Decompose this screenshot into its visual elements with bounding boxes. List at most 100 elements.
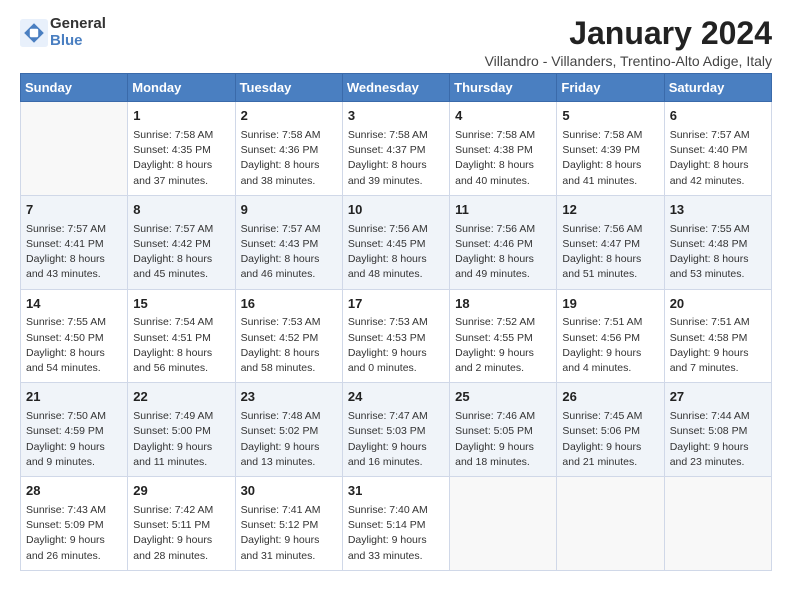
day-info: Sunrise: 7:41 AMSunset: 5:12 PMDaylight:… [241, 503, 337, 564]
day-cell-4-5 [557, 477, 664, 571]
day-info: Sunrise: 7:58 AMSunset: 4:38 PMDaylight:… [455, 128, 551, 189]
day-info: Sunrise: 7:56 AMSunset: 4:45 PMDaylight:… [348, 222, 444, 283]
day-header-row: Sunday Monday Tuesday Wednesday Thursday… [21, 74, 772, 102]
week-row-2: 7Sunrise: 7:57 AMSunset: 4:41 PMDaylight… [21, 195, 772, 289]
day-cell-4-6 [664, 477, 771, 571]
day-cell-0-2: 2Sunrise: 7:58 AMSunset: 4:36 PMDaylight… [235, 102, 342, 196]
header-saturday: Saturday [664, 74, 771, 102]
day-info: Sunrise: 7:51 AMSunset: 4:58 PMDaylight:… [670, 315, 766, 376]
day-cell-2-0: 14Sunrise: 7:55 AMSunset: 4:50 PMDayligh… [21, 289, 128, 383]
day-number: 28 [26, 482, 122, 501]
day-cell-0-6: 6 Sunrise: 7:57 AMSunset: 4:40 PMDaylight… [664, 102, 771, 196]
day-number: 9 [241, 201, 337, 220]
day-info: Sunrise: 7:46 AMSunset: 5:05 PMDaylight:… [455, 409, 551, 470]
header-thursday: Thursday [450, 74, 557, 102]
day-info: Sunrise: 7:57 AMSunset: 4:42 PMDaylight:… [133, 222, 229, 283]
day-cell-4-3: 31 Sunrise: 7:40 AMSunset: 5:14 PMDayligh… [342, 477, 449, 571]
title-block: January 2024 Villandro - Villanders, Tre… [485, 16, 772, 69]
day-cell-1-3: 10Sunrise: 7:56 AMSunset: 4:45 PMDayligh… [342, 195, 449, 289]
day-number: 1 [133, 107, 229, 126]
day-info: Sunrise: 7:45 AMSunset: 5:06 PMDaylight:… [562, 409, 658, 470]
week-row-1: 1 Sunrise: 7:58 AMSunset: 4:35 PMDaylight… [21, 102, 772, 196]
day-number: 16 [241, 295, 337, 314]
day-number: 11 [455, 201, 551, 220]
day-number: 20 [670, 295, 766, 314]
calendar-table: Sunday Monday Tuesday Wednesday Thursday… [20, 73, 772, 571]
day-info: Sunrise: 7:56 AMSunset: 4:47 PMDaylight:… [562, 222, 658, 283]
header-tuesday: Tuesday [235, 74, 342, 102]
day-info: Sunrise: 7:44 AMSunset: 5:08 PMDaylight:… [670, 409, 766, 470]
day-cell-3-0: 21Sunrise: 7:50 AMSunset: 4:59 PMDayligh… [21, 383, 128, 477]
day-cell-0-3: 3Sunrise: 7:58 AMSunset: 4:37 PMDaylight… [342, 102, 449, 196]
day-info: Sunrise: 7:58 AMSunset: 4:36 PMDaylight:… [241, 128, 337, 189]
day-cell-1-2: 9 Sunrise: 7:57 AMSunset: 4:43 PMDaylight… [235, 195, 342, 289]
day-cell-3-3: 24 Sunrise: 7:47 AMSunset: 5:03 PMDayligh… [342, 383, 449, 477]
day-cell-1-4: 11Sunrise: 7:56 AMSunset: 4:46 PMDayligh… [450, 195, 557, 289]
day-cell-0-1: 1 Sunrise: 7:58 AMSunset: 4:35 PMDaylight… [128, 102, 235, 196]
day-info: Sunrise: 7:54 AMSunset: 4:51 PMDaylight:… [133, 315, 229, 376]
day-cell-0-0 [21, 102, 128, 196]
day-cell-3-4: 25 Sunrise: 7:46 AMSunset: 5:05 PMDayligh… [450, 383, 557, 477]
day-cell-0-4: 4 Sunrise: 7:58 AMSunset: 4:38 PMDaylight… [450, 102, 557, 196]
day-cell-3-6: 27 Sunrise: 7:44 AMSunset: 5:08 PMDayligh… [664, 383, 771, 477]
day-number: 14 [26, 295, 122, 314]
header-sunday: Sunday [21, 74, 128, 102]
day-number: 27 [670, 388, 766, 407]
day-info: Sunrise: 7:53 AMSunset: 4:52 PMDaylight:… [241, 315, 337, 376]
day-cell-4-4 [450, 477, 557, 571]
day-info: Sunrise: 7:57 AMSunset: 4:43 PMDaylight:… [241, 222, 337, 283]
location-subtitle: Villandro - Villanders, Trentino-Alto Ad… [485, 53, 772, 69]
day-number: 5 [562, 107, 658, 126]
day-cell-1-5: 12 Sunrise: 7:56 AMSunset: 4:47 PMDayligh… [557, 195, 664, 289]
day-number: 30 [241, 482, 337, 501]
header: General Blue January 2024 Villandro - Vi… [20, 16, 772, 69]
day-number: 31 [348, 482, 444, 501]
day-number: 17 [348, 295, 444, 314]
day-number: 24 [348, 388, 444, 407]
day-info: Sunrise: 7:58 AMSunset: 4:35 PMDaylight:… [133, 128, 229, 189]
week-row-5: 28Sunrise: 7:43 AMSunset: 5:09 PMDayligh… [21, 477, 772, 571]
day-number: 19 [562, 295, 658, 314]
day-info: Sunrise: 7:58 AMSunset: 4:37 PMDaylight:… [348, 128, 444, 189]
day-cell-2-6: 20Sunrise: 7:51 AMSunset: 4:58 PMDayligh… [664, 289, 771, 383]
day-cell-4-0: 28Sunrise: 7:43 AMSunset: 5:09 PMDayligh… [21, 477, 128, 571]
month-title: January 2024 [485, 16, 772, 51]
day-number: 4 [455, 107, 551, 126]
day-info: Sunrise: 7:53 AMSunset: 4:53 PMDaylight:… [348, 315, 444, 376]
day-number: 13 [670, 201, 766, 220]
day-cell-2-1: 15Sunrise: 7:54 AMSunset: 4:51 PMDayligh… [128, 289, 235, 383]
day-info: Sunrise: 7:55 AMSunset: 4:48 PMDaylight:… [670, 222, 766, 283]
day-info: Sunrise: 7:58 AMSunset: 4:39 PMDaylight:… [562, 128, 658, 189]
day-number: 25 [455, 388, 551, 407]
day-number: 6 [670, 107, 766, 126]
day-number: 15 [133, 295, 229, 314]
logo: General Blue [20, 16, 106, 49]
week-row-4: 21Sunrise: 7:50 AMSunset: 4:59 PMDayligh… [21, 383, 772, 477]
day-cell-0-5: 5 Sunrise: 7:58 AMSunset: 4:39 PMDaylight… [557, 102, 664, 196]
day-number: 22 [133, 388, 229, 407]
day-info: Sunrise: 7:51 AMSunset: 4:56 PMDaylight:… [562, 315, 658, 376]
logo-icon [20, 19, 48, 47]
day-info: Sunrise: 7:50 AMSunset: 4:59 PMDaylight:… [26, 409, 122, 470]
day-cell-1-6: 13 Sunrise: 7:55 AMSunset: 4:48 PMDayligh… [664, 195, 771, 289]
day-info: Sunrise: 7:48 AMSunset: 5:02 PMDaylight:… [241, 409, 337, 470]
header-friday: Friday [557, 74, 664, 102]
day-number: 26 [562, 388, 658, 407]
day-number: 23 [241, 388, 337, 407]
header-monday: Monday [128, 74, 235, 102]
day-info: Sunrise: 7:52 AMSunset: 4:55 PMDaylight:… [455, 315, 551, 376]
day-cell-2-2: 16Sunrise: 7:53 AMSunset: 4:52 PMDayligh… [235, 289, 342, 383]
day-number: 18 [455, 295, 551, 314]
day-cell-1-0: 7Sunrise: 7:57 AMSunset: 4:41 PMDaylight… [21, 195, 128, 289]
day-cell-4-1: 29Sunrise: 7:42 AMSunset: 5:11 PMDayligh… [128, 477, 235, 571]
day-info: Sunrise: 7:42 AMSunset: 5:11 PMDaylight:… [133, 503, 229, 564]
day-number: 12 [562, 201, 658, 220]
day-info: Sunrise: 7:47 AMSunset: 5:03 PMDaylight:… [348, 409, 444, 470]
day-info: Sunrise: 7:57 AMSunset: 4:41 PMDaylight:… [26, 222, 122, 283]
day-number: 8 [133, 201, 229, 220]
day-cell-3-2: 23 Sunrise: 7:48 AMSunset: 5:02 PMDayligh… [235, 383, 342, 477]
logo-text: General Blue [50, 16, 106, 49]
day-info: Sunrise: 7:40 AMSunset: 5:14 PMDaylight:… [348, 503, 444, 564]
day-info: Sunrise: 7:57 AMSunset: 4:40 PMDaylight:… [670, 128, 766, 189]
day-cell-2-4: 18Sunrise: 7:52 AMSunset: 4:55 PMDayligh… [450, 289, 557, 383]
